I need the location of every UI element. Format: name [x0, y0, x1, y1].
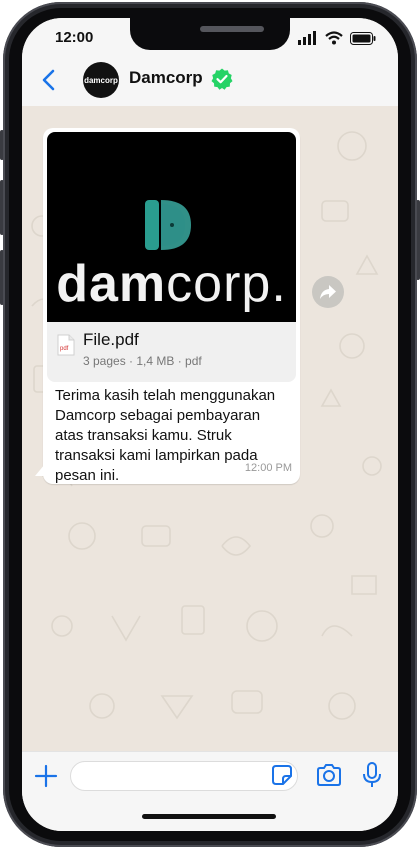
damcorp-logo-text: damcorp. [47, 254, 296, 314]
chat-header: damcorp Damcorp [22, 58, 398, 107]
contact-name[interactable]: Damcorp [129, 68, 203, 88]
back-chevron-icon [42, 69, 55, 91]
forward-button[interactable] [312, 276, 344, 308]
message-bubble[interactable]: damcorp. pdf File.pdf 3 pages · 1,4 MB ·… [43, 128, 300, 484]
wifi-icon [325, 31, 343, 45]
battery-icon [350, 31, 376, 45]
pdf-badge-text: pdf [60, 346, 69, 352]
sticker-icon[interactable] [271, 764, 293, 786]
message-input[interactable] [83, 767, 267, 785]
home-indicator[interactable] [142, 814, 276, 819]
file-meta: 3 pages · 1,4 MB · pdf [83, 354, 202, 368]
mic-icon[interactable] [361, 762, 383, 788]
document-preview[interactable]: damcorp. [47, 132, 296, 322]
logo-text-bold: dam [56, 255, 167, 313]
speaker [200, 26, 264, 32]
damcorp-logo-mark [145, 200, 191, 250]
logo-text-light: corp. [166, 255, 287, 313]
input-bar [22, 751, 398, 831]
bubble-tail [35, 464, 45, 476]
pdf-icon: pdf [57, 334, 75, 356]
forward-icon [320, 285, 336, 299]
signal-icon [298, 31, 316, 45]
plus-icon[interactable] [32, 762, 60, 790]
avatar[interactable]: damcorp [83, 62, 119, 98]
file-attachment[interactable]: pdf File.pdf 3 pages · 1,4 MB · pdf [47, 322, 296, 382]
camera-icon[interactable] [316, 763, 342, 787]
screen: 12:00 damcorp Damcorp damcorp. pdf File.… [22, 18, 398, 831]
message-time: 12:00 PM [244, 462, 292, 474]
status-icons [298, 31, 376, 45]
back-button[interactable] [36, 66, 60, 94]
status-time: 12:00 [55, 29, 94, 46]
avatar-text: damcorp [84, 75, 118, 85]
message-field[interactable] [70, 761, 298, 791]
verified-badge-icon [211, 68, 233, 90]
chat-area: damcorp. pdf File.pdf 3 pages · 1,4 MB ·… [22, 106, 398, 751]
notch [130, 18, 290, 50]
file-name: File.pdf [83, 330, 139, 349]
